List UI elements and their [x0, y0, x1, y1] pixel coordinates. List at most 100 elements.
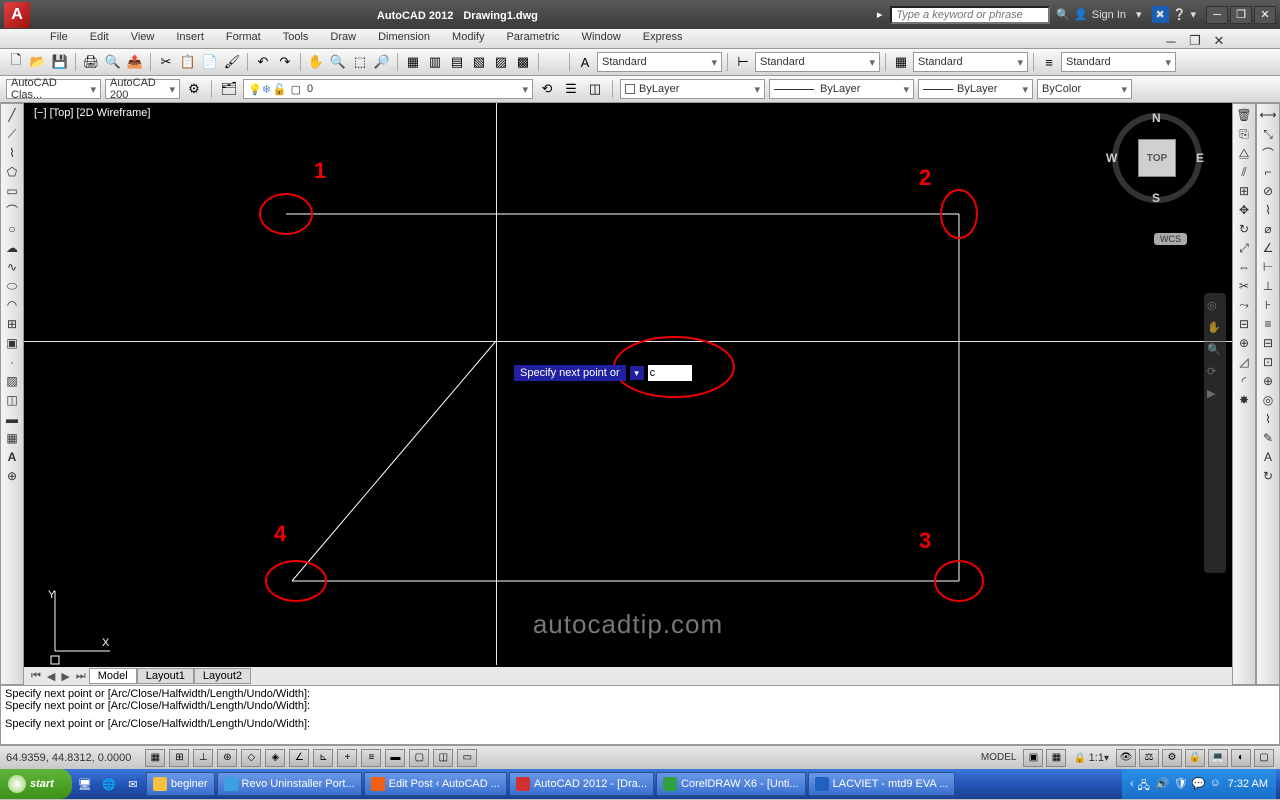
command-window[interactable]: Specify next point or [Arc/Close/Halfwid… — [0, 685, 1280, 745]
otrack-toggle[interactable]: ∠ — [289, 749, 309, 767]
polygon-icon[interactable]: ⬠ — [2, 163, 22, 181]
explode-icon[interactable]: ✸ — [1234, 391, 1254, 409]
save-icon[interactable]: 💾 — [50, 52, 70, 72]
snap-toggle[interactable]: ▦ — [145, 749, 165, 767]
anno-auto-icon[interactable]: ⚖ — [1139, 749, 1159, 767]
ws-switch-icon[interactable]: ⚙ — [1162, 749, 1182, 767]
dimcont-icon[interactable]: ⊦ — [1258, 296, 1278, 314]
offset-icon[interactable]: ⫽ — [1234, 163, 1254, 181]
hatch-icon[interactable]: ▨ — [2, 372, 22, 390]
close-button[interactable]: ✕ — [1254, 6, 1276, 24]
wheel-icon[interactable]: ◎ — [1207, 299, 1223, 315]
scale-icon[interactable]: ⤢ — [1234, 239, 1254, 257]
sheet-icon[interactable]: ▧ — [469, 52, 489, 72]
taskbar-task-4[interactable]: CorelDRAW X6 - [Unti... — [656, 772, 806, 796]
qcalc-icon[interactable]: ▩ — [513, 52, 533, 72]
dynamic-input-field[interactable] — [648, 365, 692, 381]
pline-icon[interactable]: ⌇ — [2, 144, 22, 162]
dimstyle-icon[interactable]: ⊢ — [733, 52, 753, 72]
plotstyle-combo[interactable]: ByColor — [1037, 79, 1132, 99]
ws-settings-icon[interactable]: ⚙ — [184, 79, 204, 99]
sc-toggle[interactable]: ◫ — [433, 749, 453, 767]
tpy-toggle[interactable]: ▬ — [385, 749, 405, 767]
tab-first-icon[interactable]: ⏮ — [28, 670, 44, 683]
dimali-icon[interactable]: ⤡ — [1258, 125, 1278, 143]
tray-expand-icon[interactable]: ‹ — [1130, 778, 1134, 790]
taskbar-clock[interactable]: 7:32 AM — [1228, 778, 1268, 790]
tolerance-icon[interactable]: ⊡ — [1258, 353, 1278, 371]
circle-icon[interactable]: ○ — [2, 220, 22, 238]
tab-model[interactable]: Model — [89, 668, 137, 684]
ducs-toggle[interactable]: ⊾ — [313, 749, 333, 767]
pan-icon[interactable]: ✋ — [306, 52, 326, 72]
mirror-icon[interactable]: ⧋ — [1234, 144, 1254, 162]
trim-icon[interactable]: ✂ — [1234, 277, 1254, 295]
insert-icon[interactable]: ⊞ — [2, 315, 22, 333]
tab-layout2[interactable]: Layout2 — [194, 668, 251, 684]
paste-icon[interactable]: 📄 — [200, 52, 220, 72]
copy2-icon[interactable]: ⎘ — [1234, 125, 1254, 143]
tray-msg-icon[interactable]: 💬 — [1192, 777, 1206, 791]
diminsp-icon[interactable]: ◎ — [1258, 391, 1278, 409]
menu-parametric[interactable]: Parametric — [496, 29, 569, 48]
menu-insert[interactable]: Insert — [166, 29, 214, 48]
signin-label[interactable]: Sign In — [1092, 9, 1126, 21]
menu-draw[interactable]: Draw — [320, 29, 366, 48]
qv-layouts-icon[interactable]: ▣ — [1023, 749, 1043, 767]
layer-iso-icon[interactable]: ◫ — [585, 79, 605, 99]
props-icon[interactable]: ▦ — [403, 52, 423, 72]
pan-nav-icon[interactable]: ✋ — [1207, 321, 1223, 337]
qv-dwg-icon[interactable]: ▦ — [1046, 749, 1066, 767]
menu-edit[interactable]: Edit — [80, 29, 119, 48]
zoom-win-icon[interactable]: ⬚ — [350, 52, 370, 72]
dimrad-icon[interactable]: ⊘ — [1258, 182, 1278, 200]
clean-screen-icon[interactable]: ▢ — [1254, 749, 1274, 767]
dimupd-icon[interactable]: ↻ — [1258, 467, 1278, 485]
gradient-icon[interactable]: ◫ — [2, 391, 22, 409]
zoom-nav-icon[interactable]: 🔍 — [1207, 343, 1223, 359]
taskbar-task-0[interactable]: beginer — [146, 772, 215, 796]
toolpal-icon[interactable]: ▤ — [447, 52, 467, 72]
menu-modify[interactable]: Modify — [442, 29, 494, 48]
spline-icon[interactable]: ∿ — [2, 258, 22, 276]
block-icon[interactable]: ▣ — [2, 334, 22, 352]
menu-format[interactable]: Format — [216, 29, 271, 48]
point-icon[interactable]: · — [2, 353, 22, 371]
table-icon[interactable]: ▦ — [2, 429, 22, 447]
osnap-toggle[interactable]: ◇ — [241, 749, 261, 767]
help-icon[interactable]: ❔ — [1173, 8, 1187, 21]
erase-icon[interactable]: 🗑 — [1234, 106, 1254, 124]
lwt-toggle[interactable]: ≡ — [361, 749, 381, 767]
addsel-icon[interactable]: ⊕ — [2, 467, 22, 485]
textstyle-icon[interactable]: A — [575, 52, 595, 72]
cut-icon[interactable]: ✂ — [156, 52, 176, 72]
maximize-button[interactable]: ❐ — [1230, 6, 1252, 24]
copy-icon[interactable]: 📋 — [178, 52, 198, 72]
publish-icon[interactable]: 📤 — [125, 52, 145, 72]
toolbar-lock-icon[interactable]: 🔒 — [1185, 749, 1205, 767]
dimbase-icon[interactable]: ⊥ — [1258, 277, 1278, 295]
linetype-combo[interactable]: ByLayer — [769, 79, 914, 99]
centermark-icon[interactable]: ⊕ — [1258, 372, 1278, 390]
qdim-icon[interactable]: ⊢ — [1258, 258, 1278, 276]
fillet-icon[interactable]: ◜ — [1234, 372, 1254, 390]
dimang-icon[interactable]: ∠ — [1258, 239, 1278, 257]
break-icon[interactable]: ⊟ — [1234, 315, 1254, 333]
mlstyle-icon[interactable]: ≡ — [1039, 52, 1059, 72]
color-combo[interactable]: ByLayer — [620, 79, 765, 99]
redo-icon[interactable]: ↷ — [275, 52, 295, 72]
tab-prev-icon[interactable]: ◀ — [44, 670, 58, 683]
start-button[interactable]: start — [0, 769, 72, 799]
new-icon[interactable]: 🗋 — [6, 52, 26, 72]
dimjogl-icon[interactable]: ⌇ — [1258, 410, 1278, 428]
tray-shield-icon[interactable]: 🛡 — [1174, 777, 1188, 791]
search-input[interactable] — [890, 6, 1050, 24]
menu-express[interactable]: Express — [633, 29, 693, 48]
dyn-toggle[interactable]: + — [337, 749, 357, 767]
mlstyle-combo[interactable]: Standard — [1061, 52, 1176, 72]
dimlin-icon[interactable]: ⟷ — [1258, 106, 1278, 124]
array-icon[interactable]: ⊞ — [1234, 182, 1254, 200]
anno-scale[interactable]: 🔒 1:1▾ — [1069, 752, 1113, 764]
rect-icon[interactable]: ▭ — [2, 182, 22, 200]
taskbar-task-5[interactable]: LACVIET - mtd9 EVA ... — [808, 772, 956, 796]
